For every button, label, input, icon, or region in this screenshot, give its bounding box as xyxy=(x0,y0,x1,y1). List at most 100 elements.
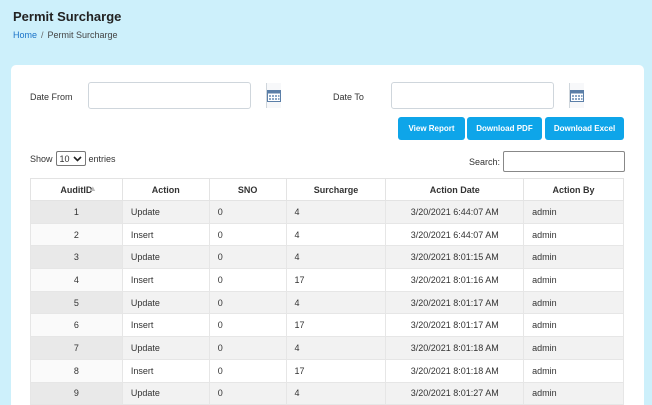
download-excel-button[interactable]: Download Excel xyxy=(545,117,624,140)
cell-action-by: admin xyxy=(523,291,624,315)
cell-action-by: admin xyxy=(523,200,624,224)
cell-auditid: 4 xyxy=(30,268,123,292)
calendar-icon xyxy=(267,90,281,102)
date-to-label: Date To xyxy=(333,92,364,102)
cell-surcharge: 4 xyxy=(286,382,387,405)
audit-table: AuditID ▲ Action SNO Surcharge Action Dat… xyxy=(30,178,624,405)
date-to-input[interactable] xyxy=(392,83,569,108)
column-header-label: SNO xyxy=(237,184,258,195)
cell-action-date: 3/20/2021 8:01:18 AM xyxy=(385,336,525,360)
search-input[interactable] xyxy=(503,151,626,172)
cell-surcharge: 4 xyxy=(286,245,387,270)
cell-auditid: 2 xyxy=(30,223,123,247)
cell-surcharge: 17 xyxy=(286,268,387,292)
date-from-calendar-button[interactable] xyxy=(266,83,281,108)
cell-action-by: admin xyxy=(523,336,624,360)
cell-sno: 0 xyxy=(209,382,287,405)
cell-action-by: admin xyxy=(523,359,624,383)
cell-action: Insert xyxy=(122,223,210,247)
cell-action-by: admin xyxy=(523,313,624,338)
download-pdf-button[interactable]: Download PDF xyxy=(467,117,542,140)
page-title: Permit Surcharge xyxy=(13,9,122,24)
date-to-calendar-button[interactable] xyxy=(569,83,584,108)
entries-label: entries xyxy=(88,153,116,164)
table-search: Search: xyxy=(469,151,626,172)
cell-surcharge: 4 xyxy=(286,336,387,360)
cell-action: Insert xyxy=(122,313,210,338)
column-header-label: Action xyxy=(151,184,180,195)
breadcrumb-separator: / xyxy=(41,30,44,40)
date-from-label: Date From xyxy=(30,92,73,102)
cell-action-date: 3/20/2021 8:01:15 AM xyxy=(385,245,525,270)
search-label: Search: xyxy=(469,156,501,167)
cell-sno: 0 xyxy=(209,200,287,224)
view-report-button[interactable]: View Report xyxy=(398,117,465,140)
cell-action-by: admin xyxy=(523,245,624,270)
show-entries-control: Show 10 entries xyxy=(30,151,116,166)
table-row: 3 Update 0 4 3/20/2021 8:01:15 AM admin xyxy=(30,245,624,270)
cell-action: Insert xyxy=(122,268,210,292)
breadcrumb: Home / Permit Surcharge xyxy=(13,30,118,40)
table-row: 9 Update 0 4 3/20/2021 8:01:27 AM admin xyxy=(30,382,624,405)
cell-auditid: 8 xyxy=(30,359,123,383)
cell-sno: 0 xyxy=(209,245,287,270)
cell-action-date: 3/20/2021 6:44:07 AM xyxy=(385,223,525,247)
column-header-label: AuditID xyxy=(60,184,93,195)
column-header-action[interactable]: Action xyxy=(122,178,210,201)
column-header-label: Surcharge xyxy=(313,184,359,195)
cell-auditid: 5 xyxy=(30,291,123,315)
sort-up-icon: ▲ xyxy=(88,184,97,193)
table-row: 2 Insert 0 4 3/20/2021 6:44:07 AM admin xyxy=(30,223,624,247)
date-from-input[interactable] xyxy=(89,83,266,108)
breadcrumb-home-link[interactable]: Home xyxy=(13,30,37,40)
entries-select[interactable]: 10 xyxy=(55,151,86,166)
date-to-field xyxy=(391,82,584,109)
cell-sno: 0 xyxy=(209,313,287,338)
cell-action-by: admin xyxy=(523,382,624,405)
entries-select-value: 10 xyxy=(59,153,70,164)
cell-action-by: admin xyxy=(523,268,624,292)
cell-action: Insert xyxy=(122,359,210,383)
column-header-sno[interactable]: SNO xyxy=(209,178,287,201)
cell-action-date: 3/20/2021 8:01:17 AM xyxy=(385,291,525,315)
table-row: 8 Insert 0 17 3/20/2021 8:01:18 AM admin xyxy=(30,359,624,383)
cell-auditid: 9 xyxy=(30,382,123,405)
cell-action-by: admin xyxy=(523,223,624,247)
cell-action: Update xyxy=(122,200,210,224)
cell-sno: 0 xyxy=(209,359,287,383)
cell-action: Update xyxy=(122,245,210,270)
table-row: 1 Update 0 4 3/20/2021 6:44:07 AM admin xyxy=(30,200,624,224)
column-header-auditid[interactable]: AuditID ▲ xyxy=(30,178,123,201)
column-header-label: Action Date xyxy=(429,184,480,195)
cell-sno: 0 xyxy=(209,336,287,360)
cell-action-date: 3/20/2021 6:44:07 AM xyxy=(385,200,525,224)
cell-surcharge: 17 xyxy=(286,359,387,383)
table-row: 5 Update 0 4 3/20/2021 8:01:17 AM admin xyxy=(30,291,624,315)
table-header-row: AuditID ▲ Action SNO Surcharge Action Dat… xyxy=(30,178,624,201)
column-header-surcharge[interactable]: Surcharge xyxy=(286,178,387,201)
column-header-action-by[interactable]: Action By xyxy=(523,178,624,201)
cell-auditid: 1 xyxy=(30,200,123,224)
column-header-label: Action By xyxy=(552,184,595,195)
cell-sno: 0 xyxy=(209,223,287,247)
breadcrumb-current: Permit Surcharge xyxy=(47,30,118,40)
cell-action-date: 3/20/2021 8:01:16 AM xyxy=(385,268,525,292)
cell-action-date: 3/20/2021 8:01:17 AM xyxy=(385,313,525,338)
cell-surcharge: 4 xyxy=(286,291,387,315)
cell-auditid: 3 xyxy=(30,245,123,270)
table-row: 6 Insert 0 17 3/20/2021 8:01:17 AM admin xyxy=(30,313,624,338)
cell-auditid: 6 xyxy=(30,313,123,338)
cell-sno: 0 xyxy=(209,268,287,292)
date-from-field xyxy=(88,82,281,109)
cell-action: Update xyxy=(122,291,210,315)
chevron-down-icon xyxy=(72,155,82,162)
show-label: Show xyxy=(30,153,53,164)
cell-surcharge: 17 xyxy=(286,313,387,338)
calendar-icon xyxy=(570,90,584,102)
cell-auditid: 7 xyxy=(30,336,123,360)
cell-action-date: 3/20/2021 8:01:18 AM xyxy=(385,359,525,383)
cell-action-date: 3/20/2021 8:01:27 AM xyxy=(385,382,525,405)
table-row: 7 Update 0 4 3/20/2021 8:01:18 AM admin xyxy=(30,336,624,360)
column-header-action-date[interactable]: Action Date xyxy=(385,178,525,201)
cell-action: Update xyxy=(122,336,210,360)
